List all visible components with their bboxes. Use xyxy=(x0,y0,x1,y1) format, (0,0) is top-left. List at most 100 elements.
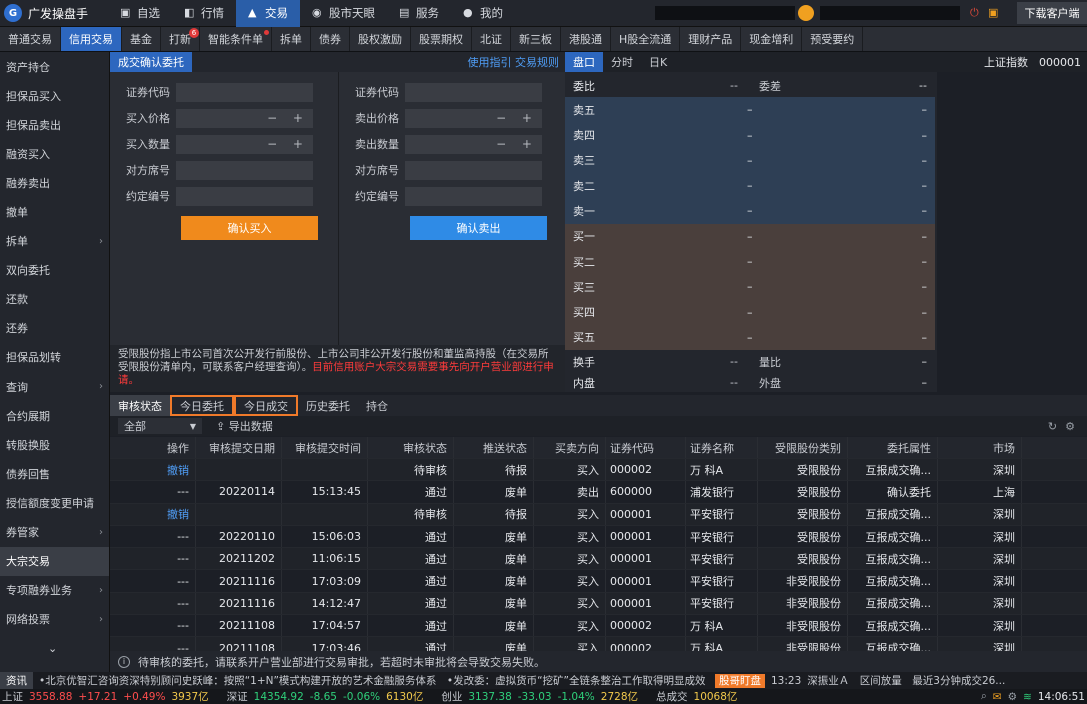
subnav-item[interactable]: 股票期权 xyxy=(411,27,472,51)
sidebar-item[interactable]: 还券 xyxy=(0,314,109,343)
subnav-item[interactable]: 信用交易 xyxy=(61,27,122,51)
confirm-buy-button[interactable]: 确认买入 xyxy=(181,216,318,240)
mail-icon[interactable]: ✉ xyxy=(993,691,1002,703)
subnav-item[interactable]: 现金增利 xyxy=(741,27,803,51)
subnav-item[interactable]: 基金 xyxy=(122,27,161,51)
column-header[interactable]: 买卖方向 xyxy=(534,437,606,458)
sidebar-item[interactable]: 网络投票 › xyxy=(0,605,109,634)
sidebar-item[interactable]: 合约展期 xyxy=(0,401,109,430)
table-row[interactable]: --- 20211116 17:03:09 通过 废单 买入 000001 平安银行 非受限股份… xyxy=(110,570,1087,593)
help-links[interactable]: 使用指引 交易规则 xyxy=(468,54,566,70)
bottom-tab[interactable]: 今日委托 xyxy=(170,395,234,416)
column-header[interactable]: 推送状态 xyxy=(454,437,534,458)
refresh-icon[interactable]: ↻ xyxy=(1048,420,1065,433)
table-row[interactable]: --- 20220110 15:06:03 通过 废单 买入 000001 平安银行 受限股份互… xyxy=(110,525,1087,549)
buy-price-stepper[interactable]: − + xyxy=(267,111,309,125)
sell-seat-input[interactable] xyxy=(405,160,542,180)
sidebar-item[interactable]: 券管家 › xyxy=(0,518,109,547)
column-header[interactable]: 审核提交时间 xyxy=(282,437,368,458)
subnav-item[interactable]: 北证 xyxy=(472,27,511,51)
subnav-item[interactable]: 智能条件单 xyxy=(200,27,272,51)
subnav-item[interactable]: 理财产品 xyxy=(680,27,742,51)
bottom-tab[interactable]: 今日成交 xyxy=(234,395,298,416)
sidebar-item[interactable]: 查询 › xyxy=(0,372,109,401)
confirm-sell-button[interactable]: 确认卖出 xyxy=(410,216,547,240)
subnav-item[interactable]: 预受要约 xyxy=(802,27,864,51)
news-alert[interactable]: 深振业Ａ 区间放量 最近3分钟成交26... xyxy=(807,673,1005,688)
watch-badge[interactable]: 股哥盯盘 xyxy=(715,673,765,688)
sidebar-more[interactable]: ⌄ xyxy=(0,634,109,663)
sell-qty-input[interactable]: − + xyxy=(405,134,542,154)
subnav-item[interactable]: 拆单 xyxy=(272,27,311,51)
buy-qty-input[interactable]: − + xyxy=(176,134,313,154)
sidebar-item[interactable]: 授信额度变更申请 xyxy=(0,488,109,517)
column-header[interactable]: 证券名称 xyxy=(686,437,758,458)
topnav-item[interactable]: ◉ 股市天眼 xyxy=(300,0,387,27)
column-header[interactable]: 证券代码 xyxy=(606,437,686,458)
buy-price-input[interactable]: − + xyxy=(176,108,313,128)
table-row[interactable]: 撤销 待审核 待报 买入 000001 平安银行 受限股份 互报成交确... 深圳 xyxy=(110,503,1087,526)
bottom-tab[interactable]: 历史委托 xyxy=(298,395,358,416)
table-row[interactable]: --- 20211202 11:06:15 通过 废单 买入 000001 平安银行 受限股份互… xyxy=(110,548,1087,571)
column-header[interactable]: 委托属性 xyxy=(848,437,938,458)
power-icon[interactable]: ⏻ xyxy=(970,6,979,20)
download-client-button[interactable]: 下载客户端 xyxy=(1017,2,1087,24)
search-input[interactable] xyxy=(820,6,960,20)
bottom-tab[interactable]: 持仓 xyxy=(358,395,396,416)
sidebar-item[interactable]: 双向委托 xyxy=(0,256,109,285)
topnav-item[interactable]: ◧ 行情 xyxy=(172,0,236,27)
buy-code-input[interactable] xyxy=(176,82,313,102)
cancel-order-link[interactable]: 撤销 xyxy=(110,459,196,481)
status-filter-select[interactable]: 全部 ▼ xyxy=(118,418,202,434)
gear-icon[interactable]: ⚙ xyxy=(1008,691,1017,703)
sidebar-item[interactable]: 担保品划转 xyxy=(0,343,109,372)
sidebar-item[interactable]: 担保品买入 xyxy=(0,81,109,110)
index-label[interactable]: 上证指数 000001 xyxy=(937,52,1087,72)
column-header[interactable]: 操作 xyxy=(110,437,196,458)
subnav-item[interactable]: 债券 xyxy=(311,27,350,51)
sell-price-input[interactable]: − + xyxy=(405,108,542,128)
news-tag[interactable]: 资讯 xyxy=(0,672,33,689)
sidebar-item[interactable]: 融资买入 xyxy=(0,139,109,168)
tab-confirm-order[interactable]: 成交确认委托 xyxy=(110,52,192,72)
sidebar-item[interactable]: 拆单 › xyxy=(0,227,109,256)
lock-icon[interactable]: ▣ xyxy=(988,6,998,19)
news-items[interactable]: •北京优智汇咨询资深特别顾问史跃峰：按照“1+N”模式构建开放的艺术金融服务体系… xyxy=(39,673,709,688)
quote-tab[interactable]: 日K xyxy=(641,52,675,72)
subnav-item[interactable]: 打新 6 xyxy=(161,27,200,51)
cancel-order-link[interactable]: 撤销 xyxy=(110,503,196,525)
column-header[interactable]: 审核状态 xyxy=(368,437,454,458)
sidebar-item[interactable]: 资产持仓 xyxy=(0,52,109,81)
avatar[interactable] xyxy=(798,5,814,21)
subnav-item[interactable]: H股全流通 xyxy=(611,27,681,51)
subnav-item[interactable]: 新三板 xyxy=(511,27,561,51)
topnav-item[interactable]: ▣ 自选 xyxy=(108,0,172,27)
sidebar-item[interactable]: 担保品卖出 xyxy=(0,110,109,139)
buy-seat-input[interactable] xyxy=(176,160,313,180)
sidebar-item[interactable]: 撤单 xyxy=(0,197,109,226)
subnav-item[interactable]: 港股通 xyxy=(561,27,611,51)
column-header[interactable]: 市场 xyxy=(938,437,1022,458)
bottom-tab[interactable]: 审核状态 xyxy=(110,395,170,416)
table-row[interactable]: --- 20220114 15:13:45 通过 废单 卖出 600000 浦发银行 受限股份确… xyxy=(110,481,1087,504)
sell-qty-stepper[interactable]: − + xyxy=(496,137,538,151)
settings-icon[interactable]: ⚙ xyxy=(1065,420,1083,433)
table-row[interactable]: --- 20211108 17:03:46 通过 废单 买入 000002 万 科A 非受限股份… xyxy=(110,637,1087,651)
search-icon[interactable]: ⌕ xyxy=(981,690,987,703)
sell-agree-input[interactable] xyxy=(405,186,542,206)
account-field[interactable] xyxy=(655,6,795,20)
subnav-item[interactable]: 普通交易 xyxy=(0,27,61,51)
sidebar-item[interactable]: 专项融券业务 › xyxy=(0,576,109,605)
column-header[interactable]: 受限股份类别 xyxy=(758,437,848,458)
topnav-item[interactable]: ▤ 服务 xyxy=(387,0,451,27)
table-row[interactable]: --- 20211108 17:04:57 通过 废单 买入 000002 万 科A 非受限股份… xyxy=(110,615,1087,638)
subnav-item[interactable]: 股权激励 xyxy=(350,27,411,51)
column-header[interactable]: 审核提交日期 xyxy=(196,437,282,458)
sidebar-item[interactable]: 还款 xyxy=(0,285,109,314)
table-row[interactable]: 撤销 待审核 待报 买入 000002 万 科A 受限股份 互报成交确... 深圳 xyxy=(110,459,1087,482)
sidebar-item[interactable]: 大宗交易 xyxy=(0,546,109,576)
buy-agree-input[interactable] xyxy=(176,186,313,206)
buy-qty-stepper[interactable]: − + xyxy=(267,137,309,151)
sidebar-item[interactable]: 转股换股 xyxy=(0,430,109,459)
sidebar-item[interactable]: 融券卖出 xyxy=(0,168,109,197)
